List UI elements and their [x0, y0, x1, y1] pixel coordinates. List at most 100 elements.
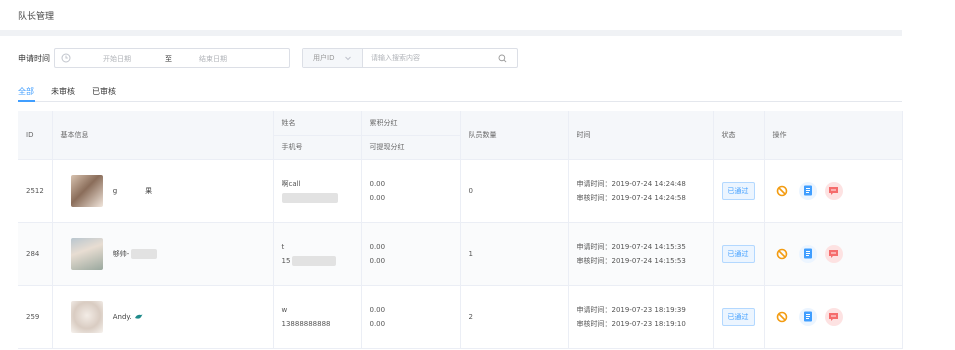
end-date-input[interactable]: 结束日期 — [199, 54, 227, 64]
avatar — [70, 300, 103, 333]
row-name: w — [281, 305, 288, 314]
row-info: g 果 — [52, 159, 274, 223]
message-icon — [829, 249, 838, 258]
row-phone: 15 — [281, 256, 291, 265]
clock-icon — [61, 53, 71, 63]
row-members[interactable]: 1 — [460, 222, 569, 286]
header-status: 状态 — [713, 111, 765, 160]
row-nickname: g 果 — [112, 186, 153, 195]
row-review-time: 审核时间：2019-07-23 18:19:10 — [576, 319, 686, 328]
row-earned: 0.00 — [369, 179, 386, 188]
document-icon — [803, 185, 812, 196]
table-row: 284 够帅- t 15 0.00 0.00 1 申请时间：2019-07-24… — [18, 222, 903, 286]
message-button[interactable] — [824, 181, 843, 200]
disable-button[interactable] — [773, 308, 791, 326]
row-contact: 啊call — [273, 159, 362, 223]
row-nickname: Andy. — [112, 312, 132, 321]
row-info: 够帅- — [52, 222, 274, 286]
message-button[interactable] — [824, 244, 843, 263]
status-badge: 已通过 — [721, 307, 755, 326]
start-date-input[interactable]: 开始日期 — [103, 54, 131, 64]
header-info: 基本信息 — [52, 111, 274, 160]
row-apply-time: 申请时间：2019-07-24 14:24:48 — [576, 179, 686, 188]
document-icon — [803, 248, 812, 259]
search-input[interactable]: 请输入搜索内容 — [371, 53, 420, 63]
message-icon — [829, 186, 838, 195]
search-group: 用户ID 请输入搜索内容 — [302, 48, 518, 68]
row-actions — [764, 159, 903, 223]
row-status-cell: 已通过 — [713, 222, 765, 286]
row-phone: 13888888888 — [281, 319, 331, 328]
header-actions: 操作 — [764, 111, 903, 160]
row-apply-time: 申请时间：2019-07-24 14:15:35 — [576, 242, 686, 251]
row-name: 啊call — [281, 179, 301, 188]
header-name: 姓名 — [273, 111, 362, 136]
row-review-time: 审核时间：2019-07-24 14:15:53 — [576, 256, 686, 265]
bird-emoji-icon — [135, 314, 143, 319]
row-bonus: 0.00 0.00 — [361, 159, 461, 223]
row-contact: w 13888888888 — [273, 285, 362, 349]
chevron-down-icon — [345, 56, 352, 61]
header-time: 时间 — [568, 111, 714, 160]
ban-icon — [776, 185, 787, 196]
tab-reviewed[interactable]: 已审核 — [92, 86, 116, 101]
row-id: 284 — [18, 222, 53, 286]
date-range-picker[interactable]: 开始日期 至 结束日期 — [54, 48, 290, 68]
row-review-time: 审核时间：2019-07-24 14:24:58 — [576, 193, 686, 202]
row-earned: 0.00 — [369, 305, 386, 314]
row-info: Andy. — [52, 285, 274, 349]
status-tabs: 全部 未审核 已审核 — [18, 86, 133, 101]
ban-icon — [776, 311, 787, 322]
row-actions — [764, 222, 903, 286]
avatar — [70, 174, 103, 207]
row-withdrawable: 0.00 — [369, 256, 386, 265]
row-id: 2512 — [18, 159, 53, 223]
search-type-select[interactable]: 用户ID — [303, 49, 363, 67]
status-badge: 已通过 — [721, 244, 755, 263]
message-button[interactable] — [824, 307, 843, 326]
header-withdrawable: 可提现分红 — [361, 135, 461, 160]
table-row: 2512 g 果 啊call 0.00 0.00 0 申请时间：2019-07-… — [18, 159, 903, 223]
page-title: 队长管理 — [18, 12, 55, 22]
row-contact: t 15 — [273, 222, 362, 286]
document-icon — [803, 311, 812, 322]
active-tab-indicator — [18, 100, 35, 102]
date-separator: 至 — [165, 55, 172, 63]
row-id: 259 — [18, 285, 53, 349]
tabs-divider — [18, 101, 902, 102]
header-id: ID — [18, 111, 53, 160]
row-time: 申请时间：2019-07-24 14:15:35 审核时间：2019-07-24… — [568, 222, 714, 286]
detail-button[interactable] — [798, 307, 817, 326]
row-members[interactable]: 0 — [460, 159, 569, 223]
ban-icon — [776, 248, 787, 259]
row-status-cell: 已通过 — [713, 159, 765, 223]
row-time: 申请时间：2019-07-24 14:24:48 审核时间：2019-07-24… — [568, 159, 714, 223]
disable-button[interactable] — [773, 182, 791, 200]
row-withdrawable: 0.00 — [369, 193, 386, 202]
search-icon[interactable] — [498, 54, 507, 63]
header-earned: 累积分红 — [361, 111, 461, 136]
search-type-label: 用户ID — [313, 54, 335, 62]
captain-table: ID 基本信息 姓名 累积分红 队员数量 时间 状态 操作 手机号 可提现分红 … — [18, 111, 903, 349]
row-earned: 0.00 — [369, 242, 386, 251]
row-withdrawable: 0.00 — [369, 319, 386, 328]
row-nickname: 够帅- — [112, 249, 130, 258]
row-apply-time: 申请时间：2019-07-23 18:19:39 — [576, 305, 686, 314]
row-name: t — [281, 242, 285, 251]
row-time: 申请时间：2019-07-23 18:19:39 审核时间：2019-07-23… — [568, 285, 714, 349]
row-members[interactable]: 2 — [460, 285, 569, 349]
redacted-phone — [292, 255, 337, 266]
detail-button[interactable] — [798, 181, 817, 200]
redacted-nickname — [131, 248, 158, 259]
redacted-phone — [281, 192, 338, 203]
disable-button[interactable] — [773, 245, 791, 263]
row-actions — [764, 285, 903, 349]
row-bonus: 0.00 0.00 — [361, 222, 461, 286]
apply-time-label: 申请时间 — [18, 53, 50, 63]
tab-all[interactable]: 全部 — [18, 86, 34, 101]
row-bonus: 0.00 0.00 — [361, 285, 461, 349]
row-status-cell: 已通过 — [713, 285, 765, 349]
detail-button[interactable] — [798, 244, 817, 263]
tab-unreviewed[interactable]: 未审核 — [51, 86, 75, 101]
avatar — [70, 237, 103, 270]
